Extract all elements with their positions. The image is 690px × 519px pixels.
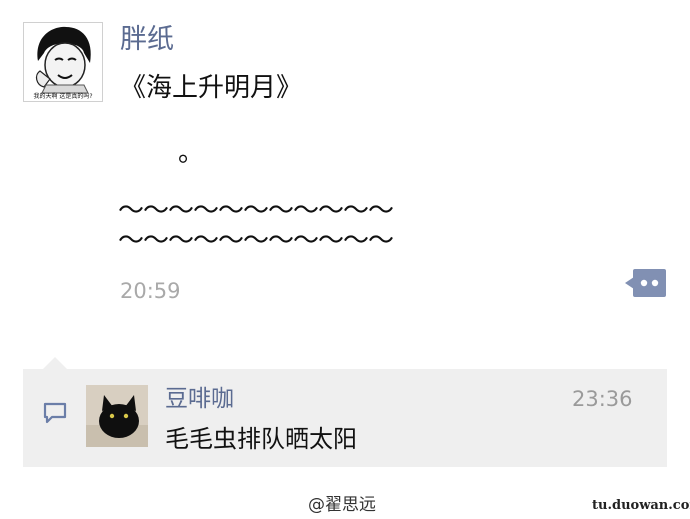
avatar-caption: 我的天啊 这是真的吗? — [33, 92, 92, 100]
post-dot: 。 — [178, 138, 205, 168]
author-avatar[interactable]: 我的天啊 这是真的吗? — [23, 22, 103, 102]
commenter-avatar[interactable] — [86, 385, 148, 447]
post-wave-line-1: ～～～～～～～～～～～ — [118, 196, 394, 226]
watermark-handle: @翟思远 — [308, 495, 376, 515]
comment-time: 23:36 — [572, 387, 633, 411]
comment-bubble-icon — [43, 402, 67, 424]
watermark-site: tu.duowan.com — [592, 498, 690, 513]
post-wave-line-2: ～～～～～～～～～～～ — [118, 226, 394, 256]
more-dots-icon[interactable] — [625, 268, 667, 298]
post-author-name[interactable]: 胖纸 — [120, 22, 174, 58]
black-cat-icon — [86, 385, 148, 447]
comment-text: 毛毛虫排队晒太阳 — [165, 425, 357, 453]
post-title: 《海上升明月》 — [120, 73, 303, 103]
post-time: 20:59 — [120, 279, 181, 303]
commenter-name[interactable]: 豆啡咖 — [165, 384, 234, 414]
comment-notch — [43, 357, 67, 369]
meme-face-icon: 我的天啊 这是真的吗? — [24, 23, 102, 101]
